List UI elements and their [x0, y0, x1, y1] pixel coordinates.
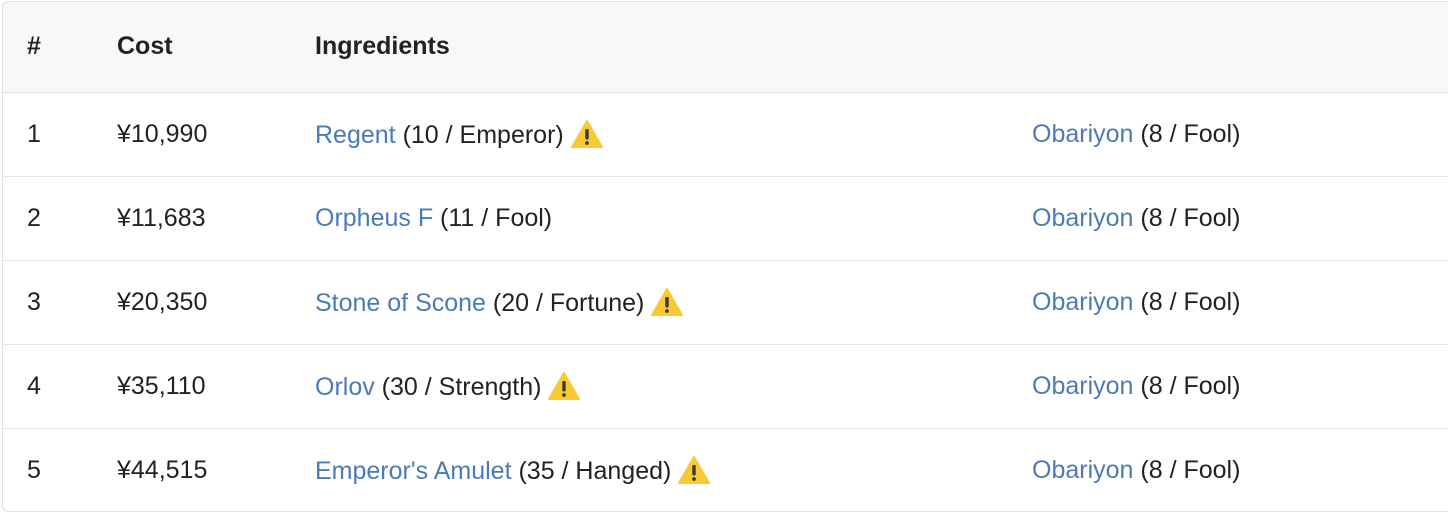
ingredient-cell-1: Regent (10 / Emperor) [315, 92, 1032, 176]
warning-icon [677, 455, 711, 485]
warning-icon [547, 371, 581, 401]
warning-icon [650, 287, 684, 317]
row-cost: ¥44,515 [93, 427, 315, 511]
column-header-ingredients[interactable]: Ingredients [315, 2, 1448, 93]
ingredient-2-detail: (8 / Fool) [1133, 287, 1241, 316]
row-index: 5 [3, 427, 93, 511]
ingredient-1-link[interactable]: Orpheus F [315, 204, 433, 232]
recipe-table-container: # Cost Ingredients 1 ¥10,990 Regent (10 … [2, 1, 1448, 512]
recipe-table: # Cost Ingredients 1 ¥10,990 Regent (10 … [3, 2, 1448, 511]
ingredient-1-link[interactable]: Stone of Scone [315, 289, 486, 317]
ingredient-1-detail: (20 / Fortune) [485, 288, 645, 317]
ingredient-1-link[interactable]: Emperor's Amulet [315, 457, 512, 485]
ingredient-2-link[interactable]: Obariyon [1032, 120, 1133, 148]
row-index: 2 [3, 175, 93, 260]
table-row: 1 ¥10,990 Regent (10 / Emperor) Obariyon… [3, 92, 1448, 176]
table-body: 1 ¥10,990 Regent (10 / Emperor) Obariyon… [3, 92, 1448, 511]
ingredient-2-link[interactable]: Obariyon [1032, 456, 1133, 484]
ingredient-2-link[interactable]: Obariyon [1032, 372, 1133, 400]
ingredient-2-detail: (8 / Fool) [1133, 203, 1241, 232]
warning-icon [570, 119, 604, 149]
table-row: 3 ¥20,350 Stone of Scone (20 / Fortune) … [3, 259, 1448, 344]
ingredient-2-detail: (8 / Fool) [1133, 371, 1241, 400]
ingredient-1-link[interactable]: Orlov [315, 373, 375, 401]
table-header: # Cost Ingredients [3, 2, 1448, 93]
table-row: 4 ¥35,110 Orlov (30 / Strength) Obariyon… [3, 343, 1448, 428]
header-row: # Cost Ingredients [3, 2, 1448, 93]
ingredient-cell-1: Stone of Scone (20 / Fortune) [315, 259, 1032, 344]
ingredient-cell-2: Obariyon (8 / Fool) [1032, 259, 1448, 344]
row-index: 1 [27, 119, 41, 148]
column-header-index[interactable]: # [3, 2, 93, 93]
ingredient-2-detail: (8 / Fool) [1133, 455, 1241, 484]
ingredient-cell-2: Obariyon (8 / Fool) [1032, 427, 1448, 511]
row-index: 4 [3, 343, 93, 428]
row-cost: ¥20,350 [93, 259, 315, 344]
column-header-cost[interactable]: Cost [93, 2, 315, 93]
row-cost: ¥35,110 [93, 343, 315, 428]
ingredient-cell-1: Orlov (30 / Strength) [315, 343, 1032, 428]
ingredient-cell-1: Orpheus F (11 / Fool) [315, 175, 1032, 260]
ingredient-2-link[interactable]: Obariyon [1032, 204, 1133, 232]
table-row: 2 ¥11,683 Orpheus F (11 / Fool) Obariyon… [3, 175, 1448, 260]
ingredient-cell-2: Obariyon (8 / Fool) [1032, 92, 1448, 176]
table-row: 5 ¥44,515 Emperor's Amulet (35 / Hanged)… [3, 427, 1448, 511]
ingredient-cell-1: Emperor's Amulet (35 / Hanged) [315, 427, 1032, 511]
ingredient-1-detail: (35 / Hanged) [511, 456, 672, 485]
row-index: 3 [3, 259, 93, 344]
ingredient-1-detail: (11 / Fool) [433, 203, 553, 232]
row-cost: ¥11,683 [93, 175, 315, 260]
ingredient-cell-2: Obariyon (8 / Fool) [1032, 175, 1448, 260]
ingredient-1-detail: (30 / Strength) [374, 372, 542, 401]
ingredient-2-link[interactable]: Obariyon [1032, 288, 1133, 316]
ingredient-1-detail: (10 / Emperor) [395, 120, 564, 149]
ingredient-2-detail: (8 / Fool) [1133, 119, 1241, 148]
row-cost: ¥10,990 [117, 119, 208, 148]
ingredient-cell-2: Obariyon (8 / Fool) [1032, 343, 1448, 428]
ingredient-1-link[interactable]: Regent [315, 121, 396, 149]
